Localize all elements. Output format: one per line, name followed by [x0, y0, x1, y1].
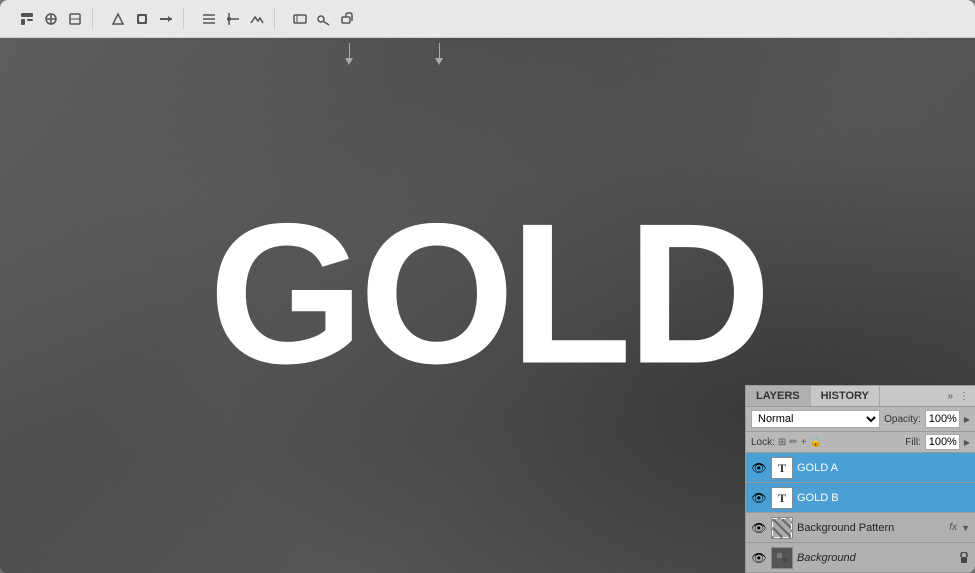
canvas-area: GOLD LAYERS HISTORY » ⋮ Normal Multiply … — [0, 38, 975, 573]
toolbar-group-2 — [101, 8, 184, 30]
toolbar-btn-3[interactable] — [64, 8, 86, 30]
layers-tabs-bar: LAYERS HISTORY » ⋮ — [746, 386, 975, 407]
toolbar-btn-1[interactable] — [16, 8, 38, 30]
toolbar-btn-2[interactable] — [40, 8, 62, 30]
opacity-label: Opacity: — [884, 414, 921, 425]
layer-lock-bg — [958, 552, 970, 564]
opacity-input[interactable]: 100% — [925, 410, 960, 428]
lock-position-icon[interactable]: + — [801, 437, 807, 448]
app-window: GOLD LAYERS HISTORY » ⋮ Normal Multiply … — [0, 0, 975, 573]
layer-thumb-bg-pattern — [771, 517, 793, 539]
layer-fx-bg-pattern: fx — [949, 522, 957, 533]
layers-list: 👁 T GOLD A 👁 T GOLD B 👁 — [746, 453, 975, 573]
layer-name-bg-pattern: Background Pattern — [797, 522, 945, 534]
lock-image-icon[interactable]: ✏ — [789, 437, 797, 448]
tab-menu-icon[interactable]: ⋮ — [957, 391, 971, 402]
lock-all-icon[interactable]: 🔒 — [810, 437, 822, 448]
fill-input[interactable]: 100% — [925, 434, 960, 450]
layer-visibility-gold-b[interactable]: 👁 — [751, 490, 767, 506]
canvas-main-text: GOLD — [209, 179, 767, 409]
layer-item-background[interactable]: 👁 Background — [746, 543, 975, 573]
tab-icons: » ⋮ — [941, 386, 975, 406]
layer-visibility-bg[interactable]: 👁 — [751, 550, 767, 566]
blend-mode-select[interactable]: Normal Multiply Screen Overlay — [751, 410, 880, 428]
layer-visibility-bg-pattern[interactable]: 👁 — [751, 520, 767, 536]
toolbar-btn-6[interactable] — [155, 8, 177, 30]
blend-opacity-row: Normal Multiply Screen Overlay Opacity: … — [746, 407, 975, 432]
layer-fx-arrow[interactable]: ▼ — [961, 523, 970, 533]
layer-item-gold-b[interactable]: 👁 T GOLD B — [746, 483, 975, 513]
layer-item-background-pattern[interactable]: 👁 Background Pattern fx ▼ — [746, 513, 975, 543]
svg-text:T: T — [778, 461, 786, 475]
toolbar-btn-4[interactable] — [107, 8, 129, 30]
svg-text:T: T — [778, 491, 786, 505]
toolbar-group-1 — [10, 8, 93, 30]
layer-thumb-gold-a: T — [771, 457, 793, 479]
toolbar-btn-12[interactable] — [337, 8, 359, 30]
toolbar — [0, 0, 975, 38]
fill-arrow-icon[interactable]: ▶ — [964, 438, 970, 447]
layer-name-gold-a: GOLD A — [797, 462, 970, 474]
layers-panel: LAYERS HISTORY » ⋮ Normal Multiply Scree… — [745, 385, 975, 573]
layer-thumb-gold-b: T — [771, 487, 793, 509]
opacity-arrow-icon[interactable]: ▶ — [964, 415, 970, 424]
layer-name-bg: Background — [797, 552, 954, 564]
layer-visibility-gold-a[interactable]: 👁 — [751, 460, 767, 476]
toolbar-btn-5[interactable] — [131, 8, 153, 30]
fill-label: Fill: — [905, 437, 921, 448]
toolbar-group-4 — [283, 8, 365, 30]
locks-section: Lock: ⊞ ✏ + 🔒 — [751, 437, 901, 448]
toolbar-btn-11[interactable] — [313, 8, 335, 30]
toolbar-btn-9[interactable] — [246, 8, 268, 30]
tab-history[interactable]: HISTORY — [811, 386, 880, 406]
layer-thumb-bg — [771, 547, 793, 569]
toolbar-btn-10[interactable] — [289, 8, 311, 30]
lock-label: Lock: — [751, 437, 775, 448]
layer-item-gold-a[interactable]: 👁 T GOLD A — [746, 453, 975, 483]
tab-expand-icon[interactable]: » — [945, 391, 955, 402]
locks-fill-row: Lock: ⊞ ✏ + 🔒 Fill: 100% ▶ — [746, 432, 975, 453]
toolbar-btn-7[interactable] — [198, 8, 220, 30]
toolbar-group-3 — [192, 8, 275, 30]
lock-transparent-icon[interactable]: ⊞ — [778, 437, 786, 448]
layer-name-gold-b: GOLD B — [797, 492, 970, 504]
toolbar-btn-8[interactable] — [222, 8, 244, 30]
